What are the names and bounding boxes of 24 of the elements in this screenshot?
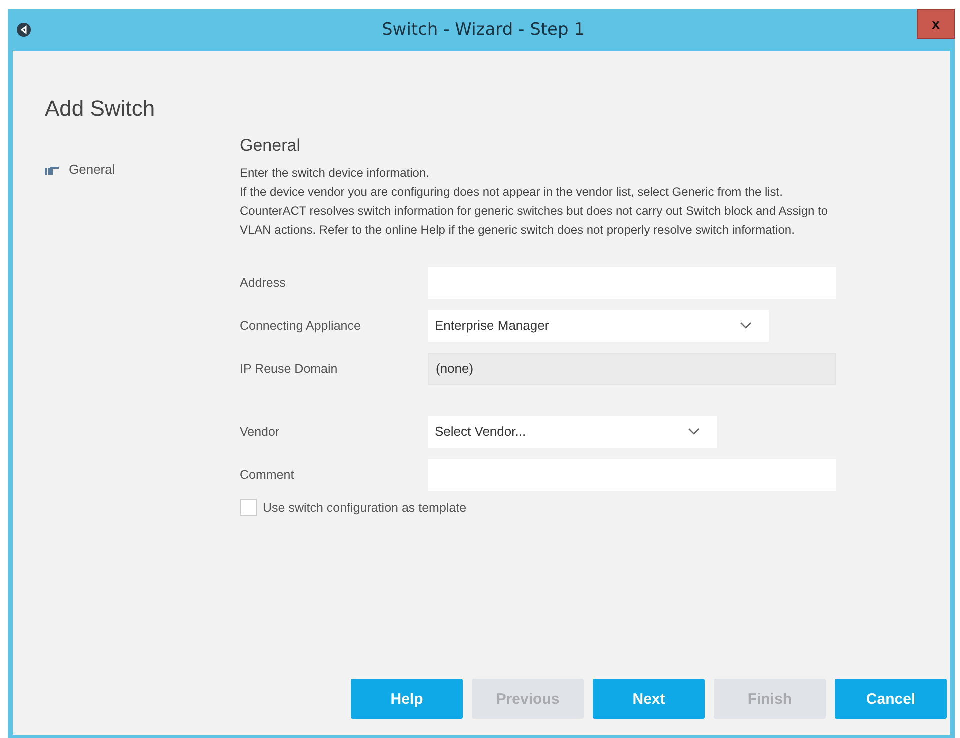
close-button[interactable]: x <box>917 9 955 39</box>
dropdown[interactable]: Select Vendor... <box>428 416 717 448</box>
checkbox[interactable] <box>240 499 257 516</box>
pointing-hand-icon <box>45 164 59 174</box>
wizard-heading: Add Switch <box>45 96 156 122</box>
wizard-step[interactable]: General <box>45 162 240 177</box>
dropdown[interactable]: Enterprise Manager <box>428 310 769 342</box>
wizard-button[interactable]: Help <box>351 679 463 719</box>
field-label: Connecting Appliance <box>240 318 362 332</box>
description-text: If the device vendor you are configuring does not appear in the vendor list, select Generic from the list. CounterACT resolves switch information for generic switches but does not carry out Switch block and Assign to VLAN actions. Refer to the online Help if the generic switch does not properly resolve switch information. <box>240 184 830 239</box>
window-title: Switch - Wizard - Step 1 <box>382 20 586 40</box>
field-label: Address <box>240 276 287 290</box>
field-label: Comment <box>240 468 296 482</box>
checkbox-label: Use switch configuration as template <box>263 500 467 514</box>
chevron-down-icon <box>688 428 700 436</box>
section-title: General <box>240 136 302 156</box>
wizard-button[interactable]: Next <box>593 679 705 719</box>
field-label: Vendor <box>240 424 281 438</box>
field-label: IP Reuse Domain <box>240 362 339 376</box>
app-icon <box>17 23 31 37</box>
chevron-down-icon <box>740 322 752 330</box>
intro-text: Enter the switch device information. <box>240 165 430 182</box>
wizard-button[interactable]: Cancel <box>835 679 947 719</box>
readonly-field: (none) <box>428 352 836 384</box>
